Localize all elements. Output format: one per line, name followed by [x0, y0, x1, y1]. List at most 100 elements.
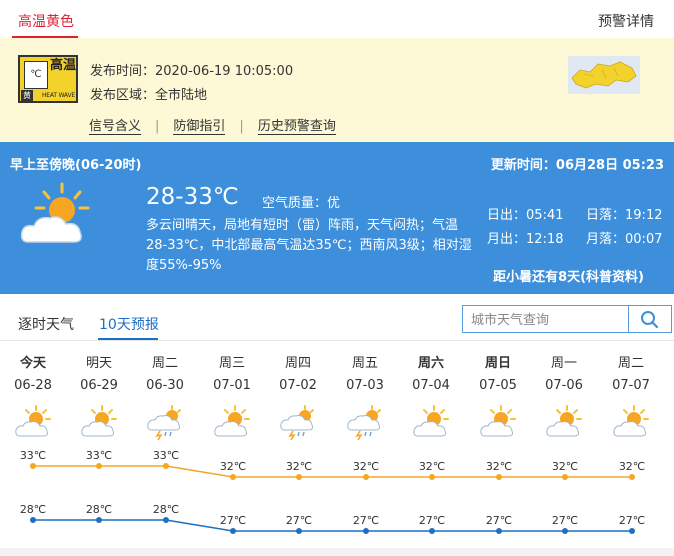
publish-time-label: 发布时间：: [90, 64, 156, 79]
publish-time-value: 2020-06-19 10:05:00: [155, 64, 294, 79]
high-temp-point: [496, 474, 502, 480]
defense-guide-link[interactable]: 防御指引: [173, 119, 226, 135]
forecast-day[interactable]: 周五 07-03: [332, 352, 398, 442]
forecast-weekday: 周五: [351, 356, 378, 371]
warning-links: 信号含义 | 防御指引 | 历史预警查询: [89, 115, 336, 135]
low-temp-point: [296, 528, 302, 534]
signal-meaning-link[interactable]: 信号含义: [89, 119, 142, 135]
low-temp-label: 27℃: [619, 514, 645, 527]
forecast-day[interactable]: 周六 07-04: [398, 352, 464, 442]
forecast-date: 07-04: [412, 378, 450, 393]
low-temp-label: 27℃: [552, 514, 578, 527]
tab-hourly[interactable]: 逐时天气: [18, 314, 74, 334]
high-temp-label: 32℃: [353, 460, 379, 473]
forecast-day[interactable]: 周三 07-01: [199, 352, 265, 442]
air-quality-value: 优: [327, 196, 341, 211]
search-button[interactable]: [628, 306, 671, 332]
moonset: 月落：00:07: [586, 228, 662, 247]
city-search-input[interactable]: [463, 306, 641, 334]
heat-wave-warning-icon: ℃ 高温 黄 HEAT WAVE: [18, 55, 78, 103]
partly-cloudy-icon: [612, 404, 652, 440]
partly-cloudy-icon: [545, 404, 585, 440]
high-temp-label: 32℃: [220, 460, 246, 473]
forecast-day[interactable]: 周四 07-02: [265, 352, 331, 442]
warning-details-link[interactable]: 预警详情: [598, 11, 654, 31]
thunder-shower-icon: [346, 404, 386, 441]
solar-term-note[interactable]: 距小暑还有8天(科普资料): [493, 266, 644, 285]
history-query-link[interactable]: 历史预警查询: [257, 119, 336, 135]
low-temp-label: 27℃: [419, 514, 445, 527]
forecast-date: 07-03: [346, 378, 384, 393]
forecast-day[interactable]: 周二 06-30: [132, 352, 198, 442]
region-map-icon[interactable]: [568, 56, 640, 94]
low-temp-label: 27℃: [486, 514, 512, 527]
temperature-chart: 33℃ 33℃ 33℃ 32℃ 32℃ 32℃ 32℃ 32℃ 32℃ 32℃ 28℃ 28℃ 28℃ 2…: [20, 449, 645, 534]
forecast-day[interactable]: 今天 06-28: [0, 352, 66, 442]
sunset: 日落：19:12: [586, 204, 662, 223]
low-temp-point: [496, 528, 502, 534]
tab-10-day[interactable]: 10天预报: [99, 314, 159, 334]
high-temp-point: [429, 474, 435, 480]
forecast-day[interactable]: 周日 07-05: [465, 352, 531, 442]
thunder-shower-icon: [146, 404, 186, 441]
high-temp-point: [230, 474, 236, 480]
thermometer-icon: ℃: [24, 61, 48, 89]
forecast-date: 07-02: [279, 378, 317, 393]
update-value: 06月28日 05:23: [555, 158, 664, 173]
publish-area-label: 发布区域：: [90, 88, 156, 103]
publish-area-value: 全市陆地: [155, 88, 208, 103]
forecast-weekday: 周四: [284, 356, 311, 371]
today-weather-panel: 早上至傍晚(06-20时) 更新时间：06月28日 05:23 28-33℃ 空…: [0, 142, 674, 294]
partly-cloudy-sun-icon: [18, 182, 98, 248]
high-temp-label: 32℃: [619, 460, 645, 473]
partly-cloudy-icon: [412, 404, 452, 440]
forecast-date: 07-05: [479, 378, 517, 393]
forecast-day[interactable]: 周二 07-07: [598, 352, 664, 442]
forecast-period: 早上至傍晚(06-20时): [10, 158, 142, 173]
forecast-weekday: 今天: [19, 356, 46, 371]
high-temp-label: 32℃: [286, 460, 312, 473]
high-temp-point: [96, 463, 102, 469]
high-temp-label: 33℃: [20, 449, 46, 462]
air-quality-label: 空气质量：: [262, 196, 328, 211]
warning-title[interactable]: 高温黄色: [18, 11, 74, 31]
sunrise-value: 05:41: [526, 208, 564, 223]
partly-cloudy-icon: [479, 404, 519, 440]
low-temp-label: 27℃: [220, 514, 246, 527]
forecast-weekday: 周日: [484, 356, 511, 371]
forecast-day[interactable]: 明天 06-29: [66, 352, 132, 442]
low-temp-point: [629, 528, 635, 534]
moonrise: 月出：12:18: [487, 228, 563, 247]
high-temp-label: 32℃: [486, 460, 512, 473]
warning-icon-en: HEAT WAVE: [42, 92, 75, 99]
low-temp-label: 28℃: [153, 503, 179, 516]
forecast-date: 06-29: [80, 378, 118, 393]
moonrise-label: 月出：: [487, 232, 527, 247]
weather-description: 多云间晴天，局地有短时（雷）阵雨，天气闷热；气温28-33℃，中北部最高气温达3…: [146, 218, 472, 273]
sunrise: 日出：05:41: [487, 204, 563, 223]
warning-icon-level: 黄: [21, 90, 33, 101]
sunset-value: 19:12: [625, 208, 663, 223]
high-temp-point: [296, 474, 302, 480]
high-temp-point: [163, 463, 169, 469]
high-temp-point: [30, 463, 36, 469]
low-temp-label: 28℃: [20, 503, 46, 516]
forecast-weekday: 周二: [617, 356, 644, 371]
forecast-day[interactable]: 周一 07-06: [531, 352, 597, 442]
forecast-weekday: 周二: [151, 356, 178, 371]
update-label: 更新时间：: [490, 158, 556, 173]
warning-icon-label: 高温: [50, 58, 77, 73]
high-temp-label: 32℃: [552, 460, 578, 473]
tabs-divider: [0, 340, 674, 341]
high-temp-point: [629, 474, 635, 480]
sunset-label: 日落：: [586, 208, 626, 223]
low-temp-label: 27℃: [286, 514, 312, 527]
bottom-strip: [0, 548, 674, 556]
top-bar: 高温黄色 预警详情: [0, 0, 674, 39]
high-temp-label: 33℃: [86, 449, 112, 462]
warning-panel: ℃ 高温 黄 HEAT WAVE 发布时间：2020-06-19 10:05:0…: [0, 38, 674, 142]
partly-cloudy-icon: [213, 404, 253, 440]
low-temp-point: [363, 528, 369, 534]
low-temp-point: [96, 517, 102, 523]
publish-time: 发布时间：2020-06-19 10:05:00: [90, 60, 293, 79]
